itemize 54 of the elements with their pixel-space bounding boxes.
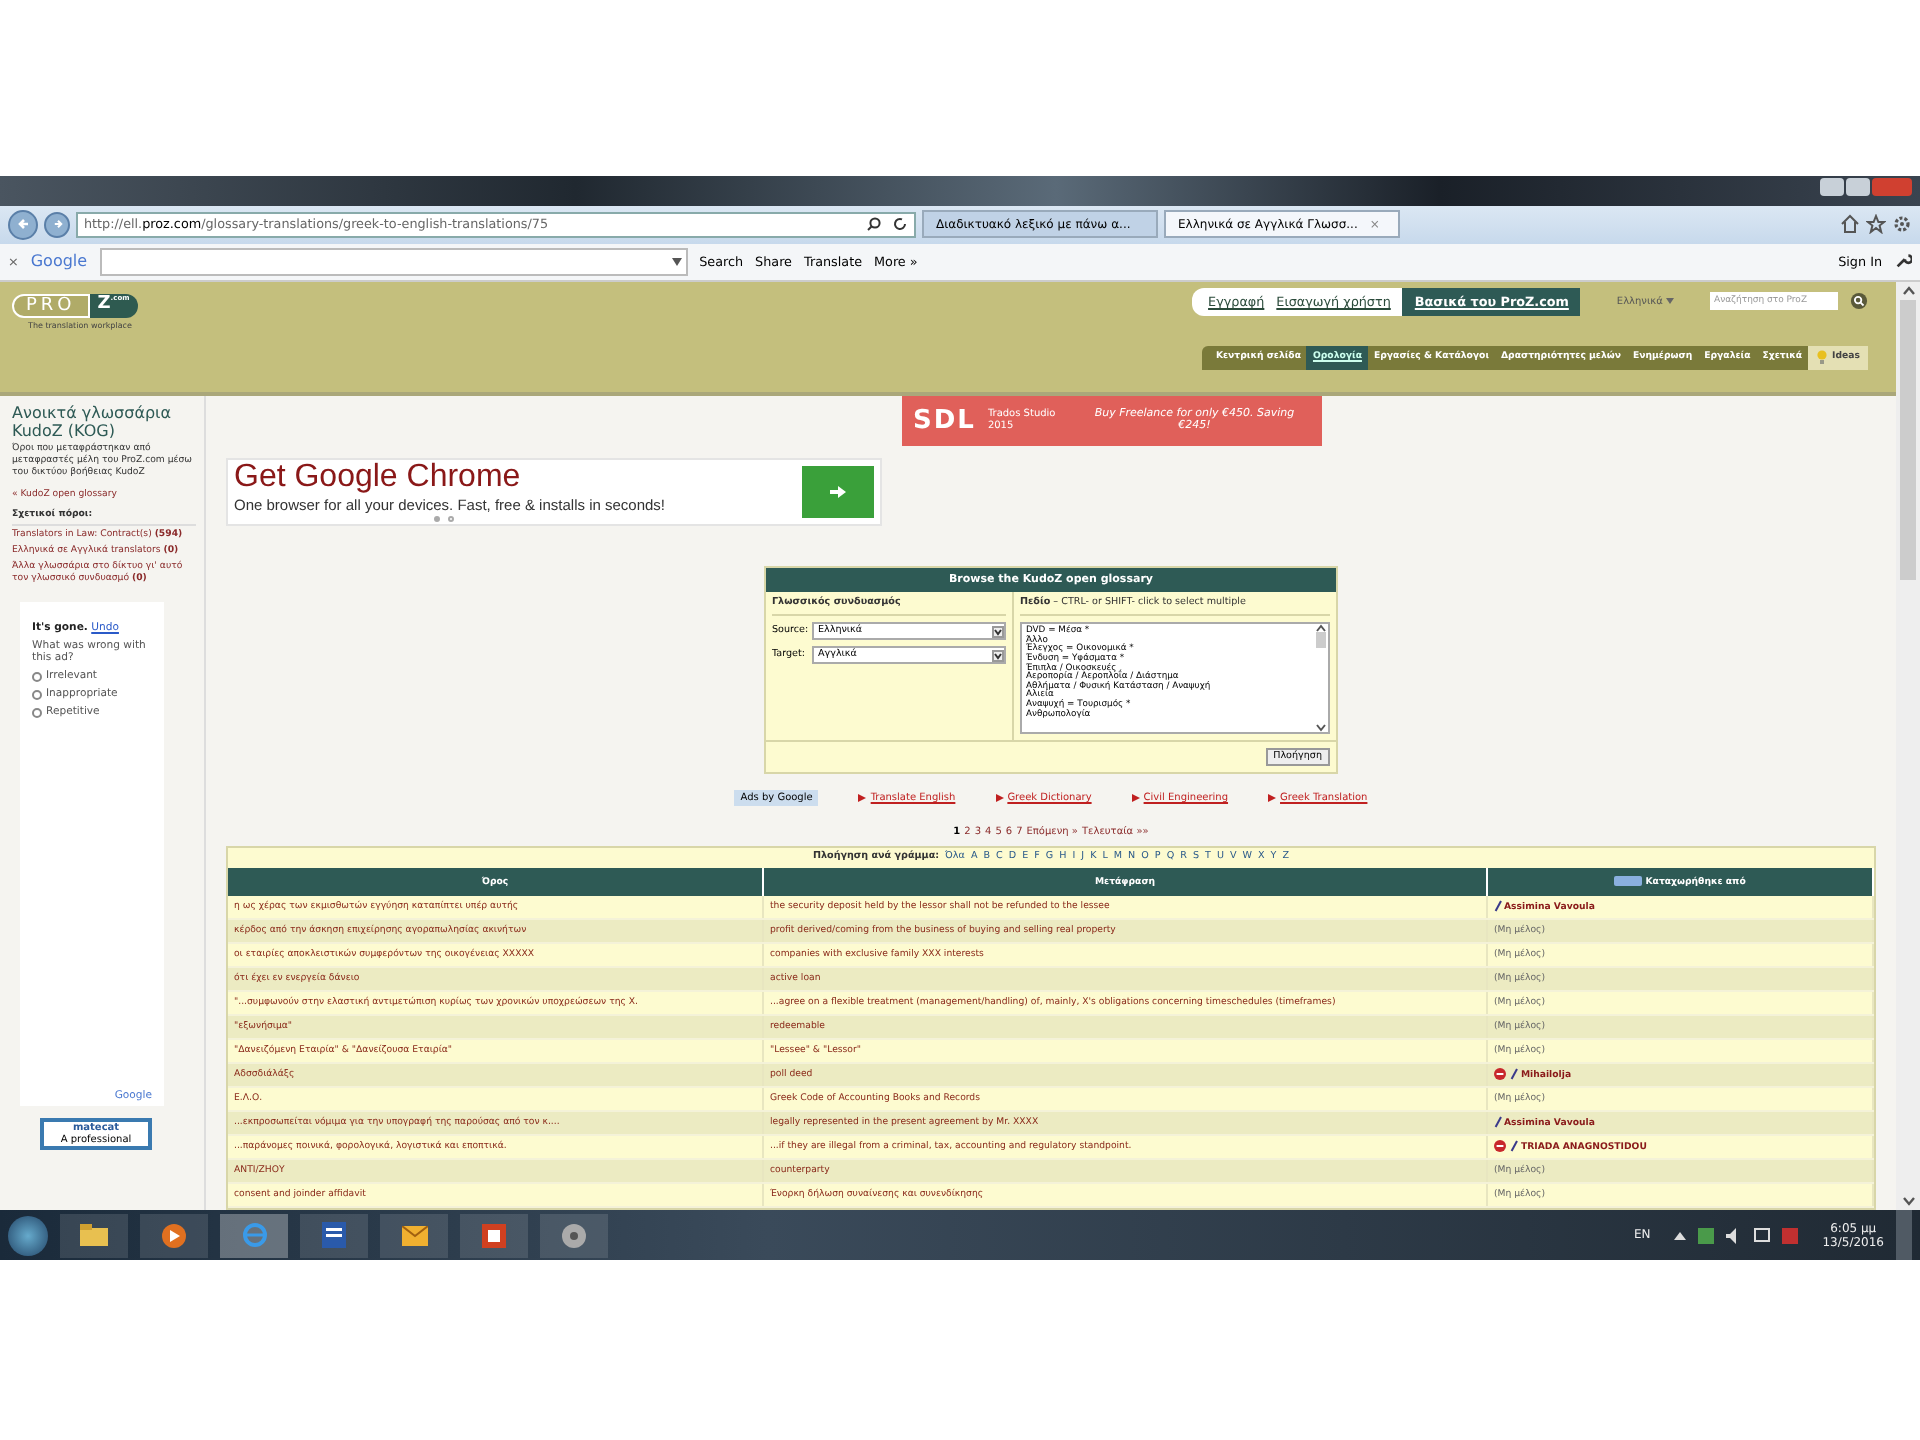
ad-title: Get Google Chrome (234, 462, 523, 496)
wrench-icon[interactable] (1894, 252, 1912, 271)
carousel-dot[interactable] (448, 515, 454, 522)
triangle-icon (1131, 794, 1140, 802)
mail-icon[interactable] (380, 1213, 448, 1257)
pencil-icon (1510, 1068, 1519, 1081)
refresh-icon[interactable] (892, 216, 908, 233)
media-player-icon[interactable] (140, 1213, 208, 1257)
caret-icon[interactable] (1674, 1231, 1687, 1239)
listbox-scrollbar[interactable] (1314, 624, 1328, 732)
arrow-right-icon (828, 483, 848, 500)
arrow-button[interactable] (802, 465, 874, 518)
lightbulb-icon (1816, 350, 1829, 365)
document-icon[interactable] (300, 1213, 368, 1257)
folder-icon[interactable] (60, 1213, 128, 1257)
search-icon[interactable] (1850, 292, 1868, 311)
home-icon[interactable] (1840, 214, 1860, 235)
google-logo: Google (30, 252, 88, 271)
triangle-icon (858, 794, 867, 802)
scroll-down-icon[interactable] (1316, 724, 1326, 732)
radio-button[interactable] (32, 707, 42, 718)
scroll-thumb[interactable] (1900, 299, 1916, 580)
search-icon[interactable] (866, 216, 882, 233)
sidebar-title: Ανοικτά γλωσσάρια KudoZ (KOG) (12, 403, 174, 441)
dropdown-arrow-icon (992, 625, 1004, 637)
settings-icon[interactable] (1892, 214, 1912, 235)
triangle-icon (1268, 794, 1277, 802)
scroll-down-icon[interactable] (1901, 1196, 1915, 1206)
scroll-thumb[interactable] (1316, 632, 1326, 648)
start-button[interactable] (8, 1215, 48, 1255)
caret-icon (1666, 297, 1674, 304)
maximize-button[interactable] (1846, 178, 1870, 196)
alert-icon (1494, 1068, 1506, 1081)
google-search-field[interactable] (99, 247, 688, 276)
back-button[interactable] (8, 209, 38, 240)
scroll-up-icon[interactable] (1316, 624, 1326, 632)
forward-button[interactable] (44, 211, 70, 238)
minimize-button[interactable] (1820, 178, 1844, 196)
alert-icon (1494, 1140, 1506, 1153)
arrow-right-icon (49, 216, 65, 233)
dropdown-arrow-icon (992, 649, 1004, 661)
radio-button[interactable] (32, 689, 42, 700)
scroll-up-icon[interactable] (1901, 285, 1915, 296)
star-icon[interactable] (1866, 214, 1886, 235)
browser-icon[interactable] (220, 1213, 288, 1257)
radio-button[interactable] (32, 671, 42, 682)
badge-icon (1614, 876, 1643, 887)
triangle-icon (995, 794, 1004, 802)
carousel-dot[interactable] (434, 515, 440, 522)
caret-icon (671, 257, 682, 266)
pencil-icon (1494, 900, 1502, 913)
vertical-scrollbar[interactable] (1896, 281, 1920, 1210)
presentation-icon[interactable] (460, 1213, 528, 1257)
monitor-icon[interactable] (1754, 1227, 1771, 1243)
